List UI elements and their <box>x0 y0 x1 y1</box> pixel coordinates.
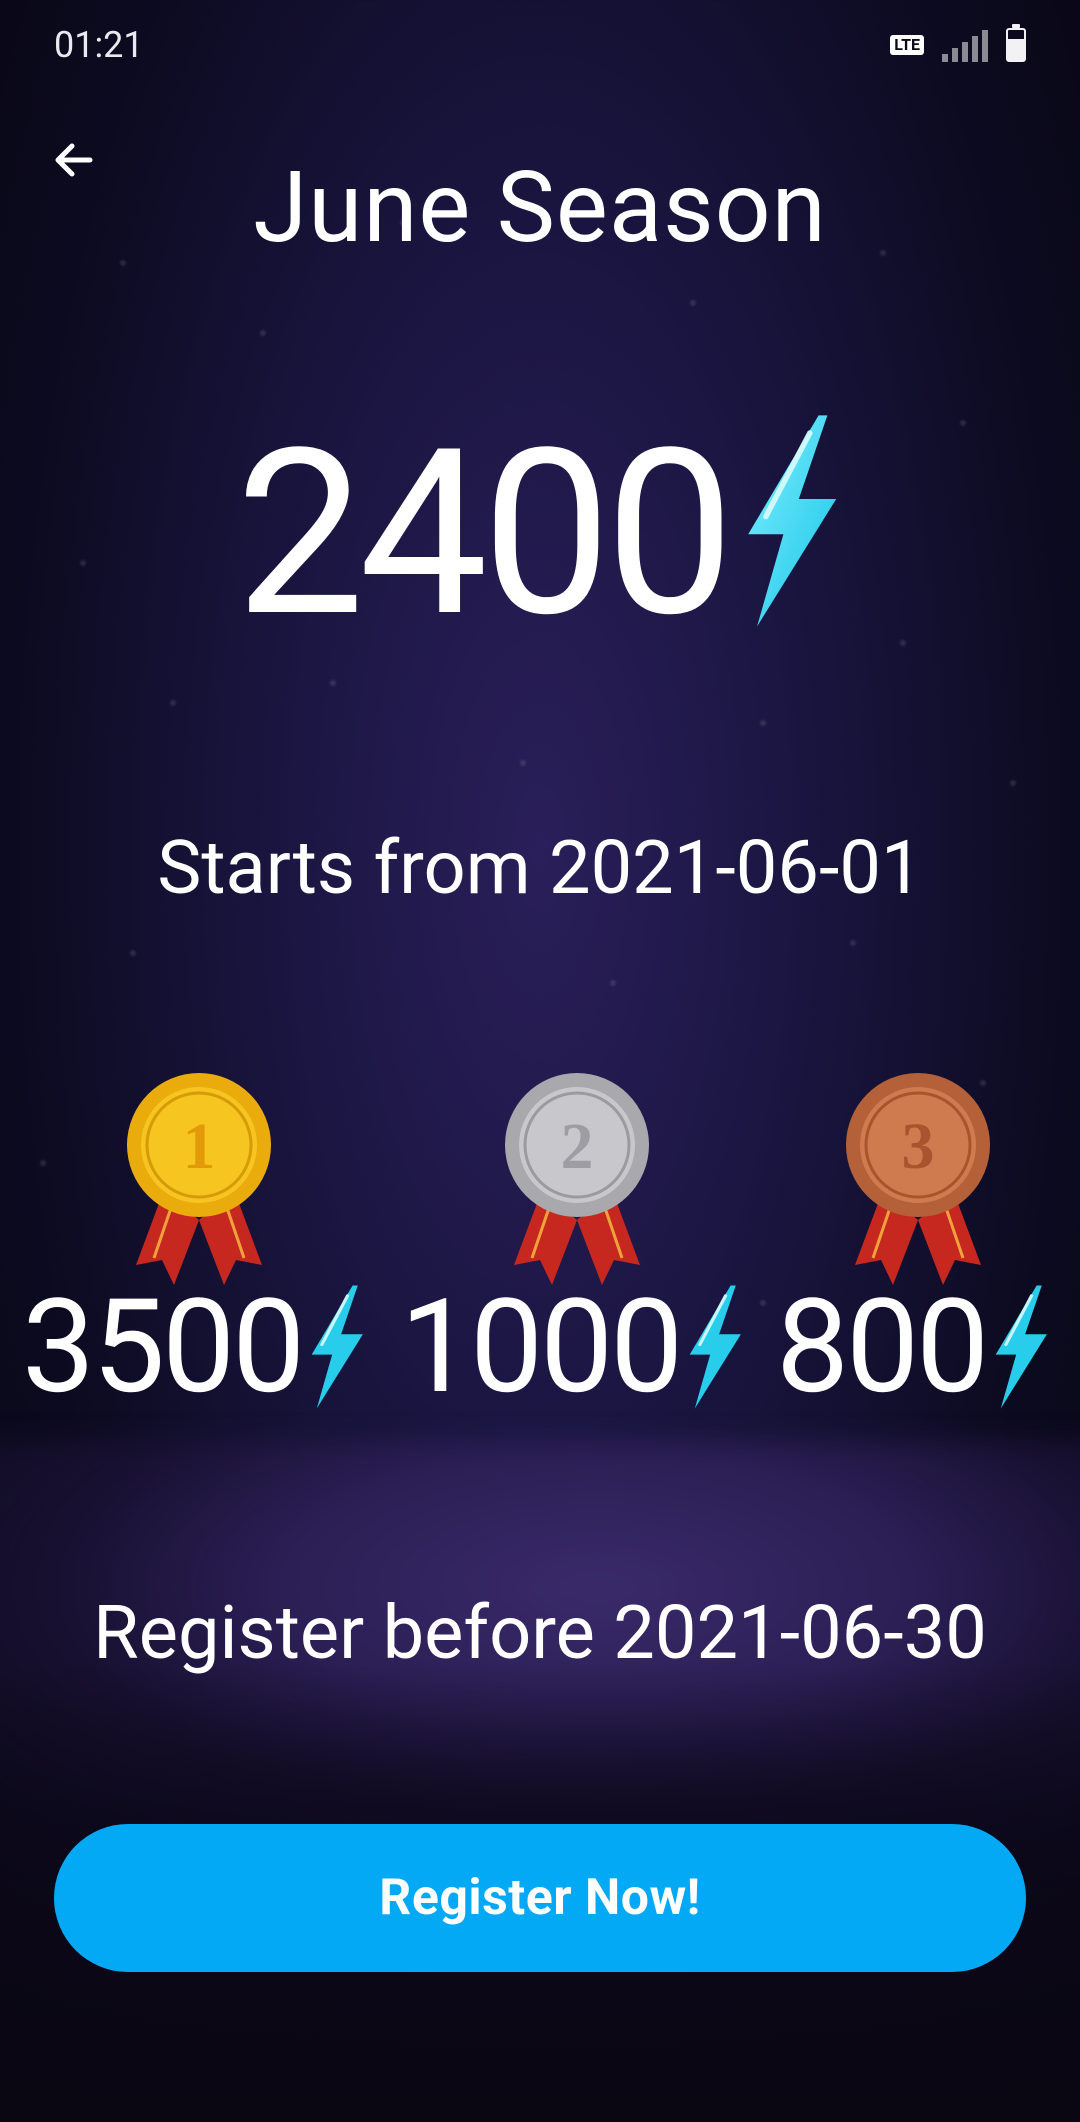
prize-third: 3 800 <box>720 1060 1080 1440</box>
status-icons: LTE <box>890 24 1026 62</box>
registration-deadline: Register before 2021-06-30 <box>93 1590 987 1677</box>
prize-first: 1 3500 <box>0 1060 364 1440</box>
gold-medal-icon: 1 <box>127 1073 271 1285</box>
register-now-button[interactable]: Register Now! <box>54 1824 1026 1972</box>
entry-points-value: 2400 <box>235 400 734 669</box>
prize-second: 2 1000 <box>360 1060 742 1440</box>
prize-list: 1 3500 2 1000 3 800 <box>0 1060 1080 1440</box>
season-start-date: Starts from 2021-06-01 <box>157 825 923 912</box>
prize-amount-second: 1000 <box>400 1270 683 1423</box>
battery-icon <box>1006 24 1026 62</box>
lightning-bolt-icon <box>995 1285 1048 1409</box>
svg-text:3: 3 <box>902 1110 935 1183</box>
register-now-label: Register Now! <box>379 1869 701 1927</box>
prize-amount-first: 3500 <box>22 1270 305 1423</box>
lightning-bolt-icon <box>747 415 836 627</box>
svg-text:2: 2 <box>561 1110 594 1183</box>
prize-amount-third: 800 <box>776 1270 989 1423</box>
svg-text:1: 1 <box>183 1110 216 1183</box>
entry-points: 2400 <box>0 400 1080 669</box>
silver-medal-icon: 2 <box>505 1073 649 1285</box>
status-time: 01:21 <box>54 24 144 66</box>
lte-icon: LTE <box>890 35 924 55</box>
lightning-bolt-icon <box>311 1285 364 1409</box>
page-title: June Season <box>253 150 827 265</box>
status-bar: 01:21 LTE <box>0 0 1080 90</box>
bronze-medal-icon: 3 <box>846 1073 990 1285</box>
signal-icon <box>942 28 988 62</box>
